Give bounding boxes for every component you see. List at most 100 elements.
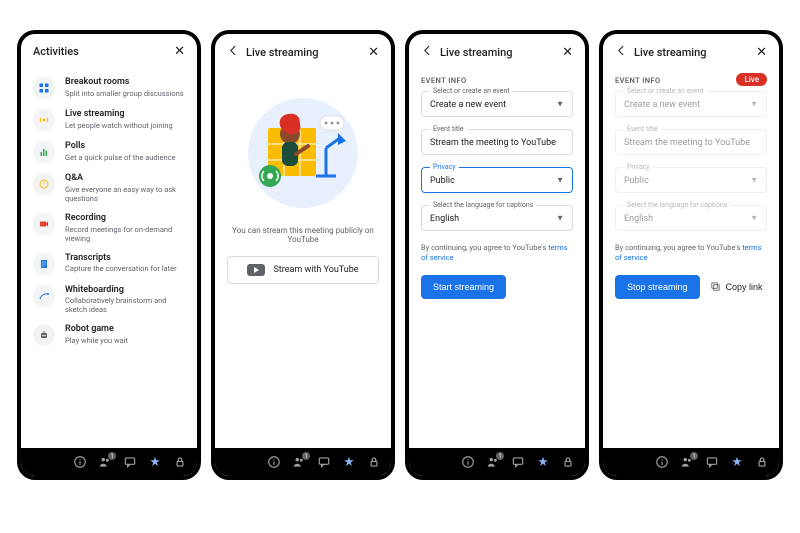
live-badge: Live	[736, 73, 767, 86]
lock-icon[interactable]	[173, 455, 187, 469]
panel-live-active: Live streaming ✕ EVENT INFO Live Select …	[599, 30, 783, 480]
activities-icon[interactable]	[148, 455, 162, 469]
activity-robot-game[interactable]: Robot gamePlay while you wait	[33, 324, 185, 346]
activity-title: Q&A	[65, 173, 185, 184]
live-icon	[33, 109, 55, 131]
language-field[interactable]: Select the language for captions English…	[421, 205, 573, 231]
activity-transcripts[interactable]: TranscriptsCapture the conversation for …	[33, 253, 185, 275]
activities-icon[interactable]	[730, 455, 744, 469]
activity-title: Robot game	[65, 324, 128, 335]
close-icon[interactable]: ✕	[562, 45, 573, 60]
activity-recording[interactable]: RecordingRecord meetings for on-demand v…	[33, 213, 185, 243]
copy-icon	[710, 281, 721, 292]
field-label: Event title	[624, 125, 661, 133]
people-icon[interactable]: 1	[292, 455, 306, 469]
close-icon[interactable]: ✕	[368, 45, 379, 60]
people-count: 1	[302, 452, 310, 460]
field-value: Public	[624, 176, 649, 186]
stream-illustration	[248, 98, 358, 208]
info-icon[interactable]	[267, 455, 281, 469]
people-count: 1	[496, 452, 504, 460]
info-icon[interactable]	[655, 455, 669, 469]
activity-title: Whiteboarding	[65, 285, 185, 296]
chat-icon[interactable]	[511, 455, 525, 469]
stop-streaming-button[interactable]: Stop streaming	[615, 275, 700, 299]
bottom-bar: 1	[409, 448, 585, 476]
back-icon[interactable]	[227, 44, 240, 60]
event-title-field: Event title Stream the meeting to YouTub…	[615, 129, 767, 155]
stream-youtube-button[interactable]: Stream with YouTube	[227, 256, 379, 284]
activity-title: Transcripts	[65, 253, 177, 264]
lock-icon[interactable]	[755, 455, 769, 469]
event-title-field[interactable]: Event title Stream the meeting to YouTub…	[421, 129, 573, 155]
field-value: English	[430, 214, 459, 224]
polls-icon	[33, 141, 55, 163]
activity-breakout-rooms[interactable]: Breakout roomsSplit into smaller group d…	[33, 77, 185, 99]
activities-list: Breakout roomsSplit into smaller group d…	[33, 67, 185, 356]
start-streaming-button[interactable]: Start streaming	[421, 275, 506, 299]
people-count: 1	[690, 452, 698, 460]
event-info-label: EVENT INFO	[421, 76, 573, 85]
chevron-down-icon: ▼	[750, 176, 758, 185]
activity-desc: Capture the conversation for later	[65, 264, 177, 273]
lock-icon[interactable]	[561, 455, 575, 469]
youtube-icon	[247, 264, 265, 276]
chevron-down-icon: ▼	[556, 176, 564, 185]
info-icon[interactable]	[73, 455, 87, 469]
activity-qa[interactable]: ? Q&AGive everyone an easy way to ask qu…	[33, 173, 185, 203]
field-label: Select or create an event	[624, 87, 707, 95]
people-icon[interactable]: 1	[98, 455, 112, 469]
close-icon[interactable]: ✕	[174, 44, 185, 59]
back-icon[interactable]	[615, 44, 628, 60]
svg-text:?: ?	[43, 182, 46, 188]
field-value: Stream the meeting to YouTube	[430, 138, 556, 148]
field-value: Create a new event	[430, 100, 506, 110]
transcript-icon	[33, 253, 55, 275]
back-icon[interactable]	[421, 44, 434, 60]
chevron-down-icon: ▼	[556, 214, 564, 223]
panel-live-intro: Live streaming ✕	[211, 30, 395, 480]
people-count: 1	[108, 452, 116, 460]
terms-text: By continuing, you agree to YouTube's te…	[615, 243, 767, 263]
field-value: Stream the meeting to YouTube	[624, 138, 750, 148]
activities-title: Activities	[33, 45, 79, 58]
people-icon[interactable]: 1	[680, 455, 694, 469]
activity-desc: Give everyone an easy way to ask questio…	[65, 185, 185, 203]
live-title: Live streaming	[634, 46, 706, 59]
activities-icon[interactable]	[342, 455, 356, 469]
language-field: Select the language for captions English…	[615, 205, 767, 231]
activity-whiteboarding[interactable]: WhiteboardingCollaboratively brainstorm …	[33, 285, 185, 315]
stream-caption: You can stream this meeting publicly on …	[227, 226, 379, 244]
activity-desc: Play while you wait	[65, 336, 128, 345]
chat-icon[interactable]	[705, 455, 719, 469]
field-label: Privacy	[430, 163, 459, 171]
field-label: Event title	[430, 125, 467, 133]
chat-icon[interactable]	[123, 455, 137, 469]
privacy-field[interactable]: Privacy Public ▼	[421, 167, 573, 193]
info-icon[interactable]	[461, 455, 475, 469]
close-icon[interactable]: ✕	[756, 45, 767, 60]
event-info-label: EVENT INFO	[615, 76, 661, 85]
activities-icon[interactable]	[536, 455, 550, 469]
activity-polls[interactable]: PollsGet a quick pulse of the audience	[33, 141, 185, 163]
panel-live-form: Live streaming ✕ EVENT INFO Select or cr…	[405, 30, 589, 480]
people-icon[interactable]: 1	[486, 455, 500, 469]
activity-desc: Record meetings for on-demand viewing	[65, 225, 185, 243]
chat-icon[interactable]	[317, 455, 331, 469]
lock-icon[interactable]	[367, 455, 381, 469]
chevron-down-icon: ▼	[750, 100, 758, 109]
activity-desc: Split into smaller group discussions	[65, 89, 184, 98]
privacy-field: Privacy Public ▼	[615, 167, 767, 193]
field-label: Select the language for captions	[430, 201, 536, 209]
event-select-field: Select or create an event Create a new e…	[615, 91, 767, 117]
event-select-field[interactable]: Select or create an event Create a new e…	[421, 91, 573, 117]
copy-link-button[interactable]: Copy link	[710, 281, 763, 292]
activity-live-streaming[interactable]: Live streamingLet people watch without j…	[33, 109, 185, 131]
copy-link-label: Copy link	[726, 282, 763, 292]
field-value: English	[624, 214, 653, 224]
activity-desc: Get a quick pulse of the audience	[65, 153, 175, 162]
activity-title: Live streaming	[65, 109, 173, 120]
terms-text: By continuing, you agree to YouTube's te…	[421, 243, 573, 263]
activity-desc: Collaboratively brainstorm and sketch id…	[65, 296, 185, 314]
field-label: Privacy	[624, 163, 653, 171]
